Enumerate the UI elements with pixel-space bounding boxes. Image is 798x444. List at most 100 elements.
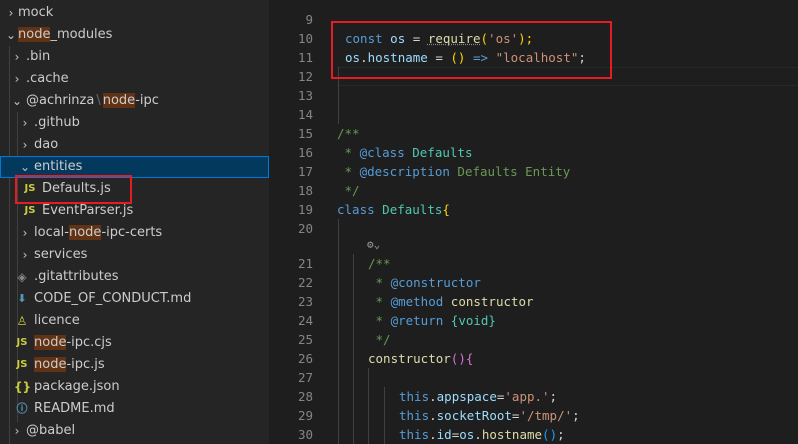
tree-item-label: licence (34, 313, 80, 328)
indent-guide (384, 387, 385, 444)
tree-item-achrinza-node-ipc[interactable]: ⌄ @achrinza \ node-ipc (0, 90, 269, 112)
token-string: 'app.' (504, 389, 550, 404)
tree-item-label: node_modules (18, 24, 112, 46)
tree-item-babel[interactable]: › @babel (0, 420, 269, 442)
tree-item-licence[interactable]: ♙ licence (0, 310, 269, 332)
chevron-right-icon: › (8, 6, 14, 20)
code-line-28[interactable]: this.appspace='app.'; (399, 387, 557, 406)
token-punct: . (429, 408, 437, 423)
tree-item-code-of-conduct[interactable]: ⬇ CODE_OF_CONDUCT.md (0, 288, 269, 310)
current-line-highlight (337, 67, 798, 86)
tree-item-node-ipc-js[interactable]: JS node-ipc.js (0, 354, 269, 376)
token-variable: os (390, 31, 406, 46)
code-line-26[interactable]: constructor(){ (368, 349, 473, 368)
line-number: 24 (297, 313, 313, 328)
token-comment: * (368, 275, 391, 290)
token-doc-tag: @class (359, 145, 405, 160)
token-bracket: ); (518, 31, 534, 46)
token-doc-tag: @constructor (390, 275, 481, 290)
chevron-right-icon: › (22, 248, 28, 262)
code-editor[interactable]: 9 10 11 12 13 14 15 16 17 18 19 20 21 22… (269, 0, 798, 444)
tree-item-node-modules[interactable]: ⌄ node_modules (0, 24, 269, 46)
code-line-23[interactable]: * @method constructor (368, 292, 534, 311)
tree-item-label: .cache (26, 71, 69, 86)
token-variable: os (345, 50, 361, 65)
tree-item-package-json[interactable]: {} package.json (0, 376, 269, 398)
code-line-24[interactable]: * @return {void} (368, 311, 496, 330)
token-bracket: ( (480, 31, 489, 46)
codelens-icon[interactable]: ⚙⌄ (367, 235, 380, 254)
tree-item-dao[interactable]: › dao (0, 134, 269, 156)
code-line-15[interactable]: /** (337, 124, 360, 143)
line-number: 26 (297, 351, 313, 366)
chevron-right-icon: › (14, 72, 20, 86)
tree-item-gitattributes[interactable]: ◈ .gitattributes (0, 266, 269, 288)
line-number: 12 (297, 69, 313, 84)
code-line-10[interactable]: const os = require('os'); (345, 29, 533, 48)
tree-item-label: .gitattributes (34, 269, 119, 284)
token-punct: . (474, 427, 482, 442)
code-line-25[interactable]: */ (368, 330, 391, 349)
token-comment: * (337, 164, 360, 179)
line-number: 23 (297, 294, 313, 309)
javascript-file-icon: JS (24, 205, 36, 216)
line-number: 10 (297, 31, 313, 46)
tree-item-mock[interactable]: › mock (0, 2, 269, 24)
chevron-right-icon: › (22, 226, 28, 240)
code-line-17[interactable]: * @description Defaults Entity (337, 162, 571, 181)
token-punct: ; (557, 427, 565, 442)
tree-item-services[interactable]: › services (0, 244, 269, 266)
code-line-19[interactable]: class Defaults{ (337, 200, 450, 219)
tree-item-node-ipc-cjs[interactable]: JS node-ipc.cjs (0, 332, 269, 354)
token-bracket: { (465, 351, 474, 366)
label-rest: _modules (50, 27, 113, 42)
line-number: 17 (297, 164, 313, 179)
tree-item-label: dao (34, 137, 59, 152)
search-match-highlight: node (34, 357, 67, 372)
token-bracket: () (450, 351, 466, 366)
label-rest: -ipc.js (66, 357, 105, 372)
chevron-down-icon: ⌄ (19, 160, 31, 174)
tree-item-label: .bin (26, 49, 51, 64)
code-line-16[interactable]: * @class Defaults (337, 143, 473, 162)
tree-item-bin[interactable]: › .bin (0, 46, 269, 68)
line-number: 19 (297, 202, 313, 217)
tree-item-entities[interactable]: ⌄ entities (0, 156, 269, 178)
tree-item-label: entities (34, 159, 83, 174)
line-number: 16 (297, 145, 313, 160)
code-line-11[interactable]: os.hostname = () => "localhost"; (345, 48, 586, 67)
tree-item-local-node-ipc-certs[interactable]: › local-node-ipc-certs (0, 222, 269, 244)
code-line-18[interactable]: */ (337, 181, 360, 200)
code-line-29[interactable]: this.socketRoot='/tmp/'; (399, 406, 580, 425)
javascript-file-icon: JS (24, 183, 36, 194)
search-match-highlight: node (102, 93, 136, 108)
chevron-down-icon: ⌄ (11, 94, 23, 108)
tree-item-eventparser-js[interactable]: JS EventParser.js (0, 200, 269, 222)
chevron-right-icon: › (22, 138, 28, 152)
label-part: @achrinza (26, 93, 95, 108)
line-number: 20 (297, 221, 313, 236)
label-rest: -ipc.cjs (66, 335, 112, 350)
code-line-30[interactable]: this.id=os.hostname(); (399, 425, 565, 444)
token-comment: * (368, 313, 391, 328)
search-match-highlight: node (18, 27, 51, 42)
line-number: 22 (297, 275, 313, 290)
tree-item-defaults-js[interactable]: JS Defaults.js (0, 178, 269, 200)
code-line-21[interactable]: /** (368, 254, 391, 273)
code-line-22[interactable]: * @constructor (368, 273, 481, 292)
token-doc-type: Defaults (404, 145, 473, 160)
token-comment: * (337, 145, 360, 160)
tree-item-readme[interactable]: ⓘ README.md (0, 398, 269, 420)
token-comment: * (368, 294, 391, 309)
line-number: 30 (297, 427, 313, 442)
tree-item-github[interactable]: › .github (0, 112, 269, 134)
token-operator: = (435, 50, 443, 65)
tree-item-label: CODE_OF_CONDUCT.md (34, 291, 192, 306)
chevron-right-icon: › (14, 424, 20, 438)
tree-item-cache[interactable]: › .cache (0, 68, 269, 90)
token-bracket: { (442, 202, 450, 217)
token-punct: . (429, 389, 437, 404)
token-keyword: this (399, 427, 430, 442)
markdown-file-icon: ⬇ (17, 292, 27, 305)
line-number: 27 (297, 370, 313, 385)
